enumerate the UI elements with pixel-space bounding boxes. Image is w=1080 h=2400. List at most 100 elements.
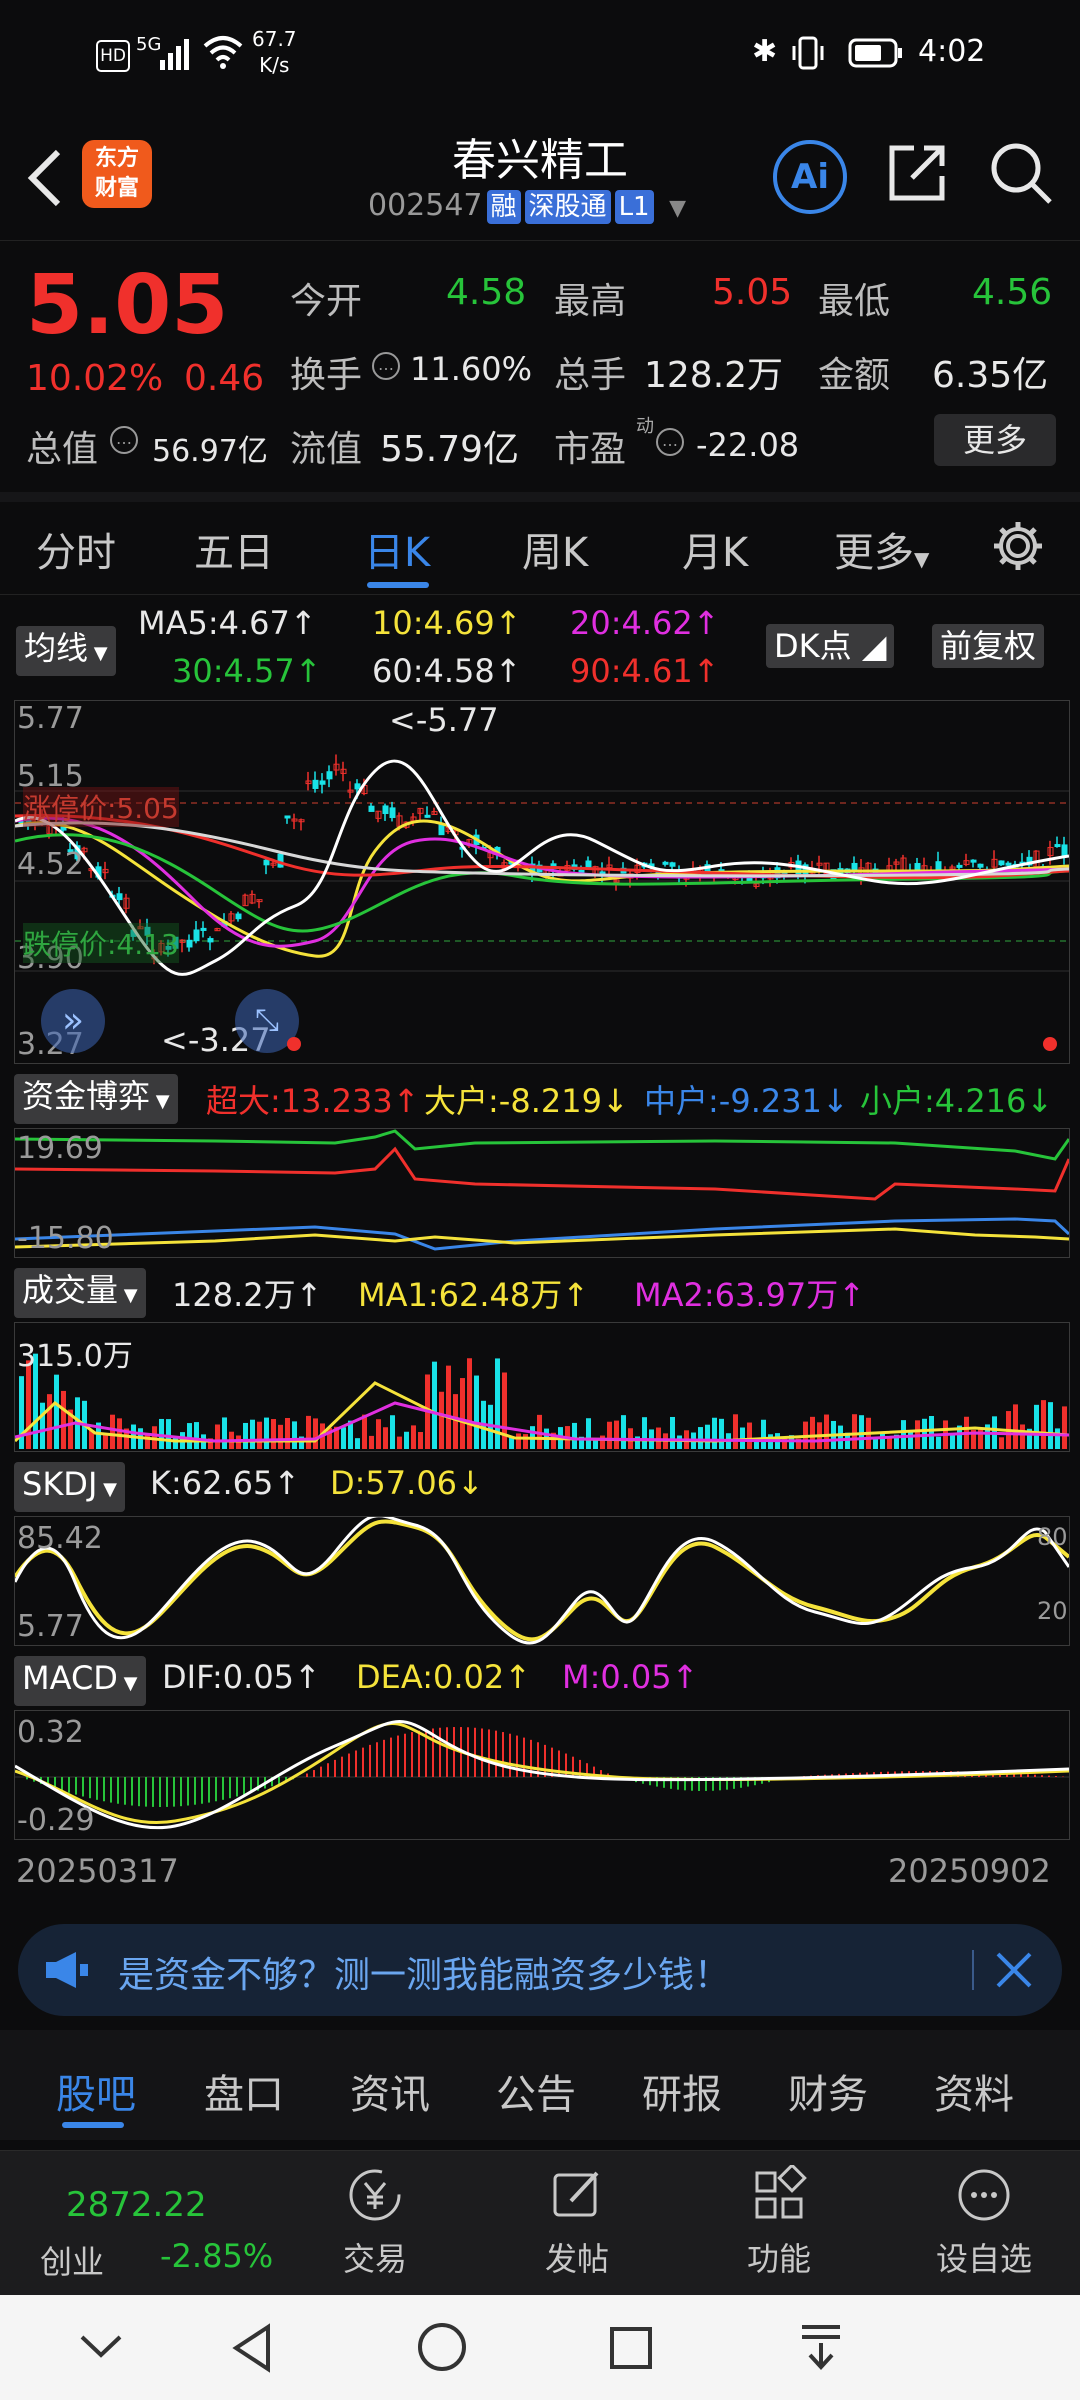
macd-dif-line (15, 1720, 1069, 1830)
skdj-chart[interactable]: 85.42 5.77 80 20 (14, 1516, 1070, 1646)
subtab-active-indicator (62, 2122, 124, 2128)
hide-keyboard-icon[interactable] (78, 2331, 124, 2361)
tab-monthly-k[interactable]: 月K (682, 520, 748, 578)
macd-bar (488, 1729, 490, 1777)
tab-active-indicator (367, 582, 429, 588)
subtab-guba[interactable]: 股吧 (56, 2062, 136, 2120)
add-watchlist-button[interactable]: 设自选 (924, 2165, 1044, 2280)
volume-bar (306, 1415, 311, 1449)
volume-bar (278, 1424, 283, 1449)
info-icon[interactable]: … (110, 426, 138, 454)
tab-weekly-k[interactable]: 周K (522, 520, 588, 578)
macd-bar (201, 1777, 203, 1804)
hd-icon: HD (96, 40, 130, 72)
fund-selector[interactable]: 资金博弈 ▼ (14, 1074, 178, 1124)
index-value: 2872.22 (66, 2185, 207, 2225)
change-percent: 10.02% (26, 358, 164, 399)
vibrate-icon (792, 36, 824, 70)
candle (354, 783, 361, 790)
volume-chart[interactable]: 315.0万 (14, 1322, 1070, 1452)
ai-button[interactable]: Ai (773, 140, 847, 214)
macd-chart[interactable]: 0.32 -0.29 (14, 1710, 1070, 1840)
quote-panel: 5.05 10.02% 0.46 今开 4.58 最高 5.05 最低 4.56… (0, 242, 1080, 502)
banner-divider (972, 1950, 974, 1990)
notification-pull-icon[interactable] (796, 2321, 846, 2371)
axis-label: -15.80 (17, 1221, 114, 1256)
candle (1054, 844, 1061, 848)
settings-gear-icon[interactable] (990, 518, 1046, 574)
skdj-selector[interactable]: SKDJ ▼ (14, 1462, 125, 1512)
volume-ma1: MA1:62.48万↑ (358, 1276, 590, 1314)
more-button[interactable]: 更多 (934, 414, 1056, 466)
subtab-research[interactable]: 研报 (642, 2062, 722, 2120)
macd-bar (61, 1777, 63, 1791)
macd-bar (82, 1777, 84, 1797)
signal-dot (287, 1037, 301, 1051)
tab-daily-k[interactable]: 日K (364, 520, 430, 578)
stock-code-row[interactable]: 002547 融深股通 L1 ▼ (368, 188, 686, 224)
search-icon[interactable] (988, 140, 1054, 206)
post-button[interactable]: 发帖 (522, 2165, 632, 2280)
volume-bar (670, 1416, 675, 1449)
volume-bar (397, 1436, 402, 1449)
macd-bar (194, 1777, 196, 1805)
home-nav-icon[interactable] (416, 2321, 468, 2373)
fund-flow-chart[interactable]: 19.69 -15.80 (14, 1128, 1070, 1258)
volume-bar (369, 1435, 374, 1449)
tab-intraday[interactable]: 分时 (36, 520, 116, 578)
volume-bar (285, 1418, 290, 1449)
date-end: 20250902 (888, 1852, 1051, 1890)
share-icon[interactable] (884, 140, 950, 206)
macd-bar (1055, 1776, 1057, 1777)
volume-bar (677, 1435, 682, 1449)
macd-bar (131, 1777, 133, 1806)
l1-tag: L1 (614, 190, 654, 224)
macd-bar (215, 1777, 217, 1802)
back-nav-icon[interactable] (230, 2323, 274, 2373)
candle (669, 862, 676, 867)
ma-selector[interactable]: 均线 ▼ (16, 626, 116, 676)
subtab-profile[interactable]: 资料 (934, 2062, 1014, 2120)
pe-label: 市盈 (554, 429, 627, 470)
info-icon[interactable]: … (372, 352, 400, 380)
subtab-announcement[interactable]: 公告 (496, 2062, 576, 2120)
tab-more[interactable]: 更多▼ (834, 520, 929, 578)
macd-bar (75, 1777, 77, 1795)
function-button[interactable]: 功能 (724, 2163, 834, 2280)
tab-five-day[interactable]: 五日 (194, 520, 274, 578)
volume-selector[interactable]: 成交量 ▼ (14, 1268, 146, 1318)
kline-chart[interactable]: 5.77 5.15 4.52 3.90 3.27 涨停价:5.05 跌停价:4.… (14, 700, 1070, 1064)
promo-banner[interactable]: 是资金不够？测一测我能融资多少钱！ (18, 1924, 1062, 2016)
adjust-button[interactable]: 前复权 (932, 624, 1045, 668)
macd-dif: DIF:0.05↑ (162, 1658, 321, 1696)
expand-left-icon[interactable]: » (41, 989, 105, 1053)
volume-bar (1013, 1404, 1018, 1449)
close-icon[interactable] (992, 1948, 1036, 1992)
subtab-finance[interactable]: 财务 (788, 2062, 868, 2120)
macd-bar (1027, 1774, 1029, 1777)
volume-bar (1020, 1424, 1025, 1449)
macd-selector[interactable]: MACD ▼ (14, 1656, 146, 1706)
axis-label: 0.32 (17, 1715, 84, 1750)
subtab-pankou[interactable]: 盘口 (204, 2062, 284, 2120)
volume-bar (61, 1390, 66, 1449)
volume-bar (264, 1417, 269, 1449)
index-ticker[interactable]: 2872.22 创业 -2.85% (0, 2151, 300, 2296)
volume-bar (54, 1374, 59, 1449)
info-icon[interactable]: … (656, 428, 684, 456)
macd-bar (173, 1777, 175, 1807)
recent-apps-icon[interactable] (608, 2325, 654, 2371)
volume-bar (950, 1435, 955, 1449)
macd-bar (166, 1777, 168, 1807)
trade-button[interactable]: 交易 (320, 2165, 430, 2280)
macd-bar (278, 1777, 280, 1785)
volume-ma2: MA2:63.97万↑ (634, 1276, 866, 1314)
dk-point-button[interactable]: DK点 ◢ (766, 624, 895, 668)
macd-bar (481, 1728, 483, 1777)
candle (284, 815, 291, 819)
volume-bar (243, 1422, 248, 1449)
high-label: 最高 (554, 281, 627, 322)
macd-bar (411, 1732, 413, 1777)
volume-bar (1055, 1428, 1060, 1449)
subtab-news[interactable]: 资讯 (350, 2062, 430, 2120)
